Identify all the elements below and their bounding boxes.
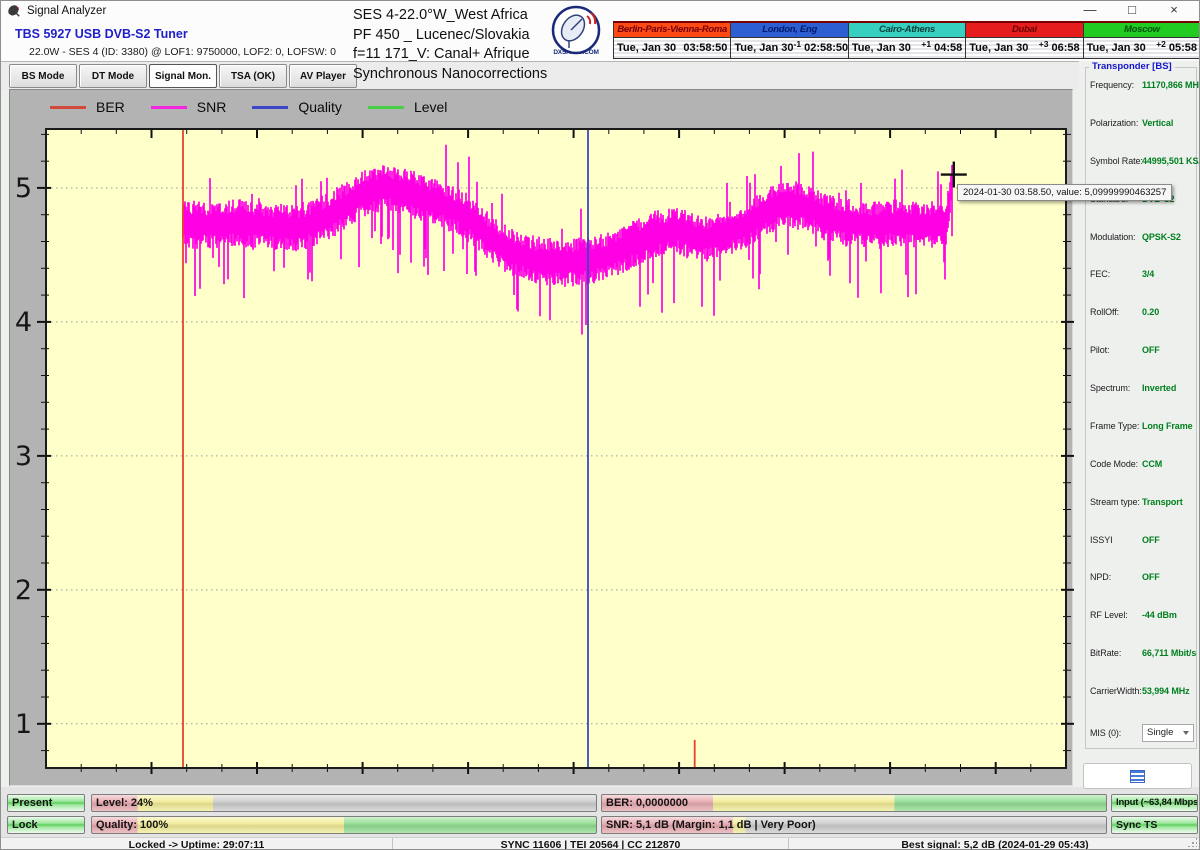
tab-dt-mode[interactable]: DT Mode: [79, 64, 147, 88]
ts-list-icon: [1130, 770, 1145, 783]
chart-tooltip: 2024-01-30 03.58.50, value: 5,0999999046…: [957, 184, 1172, 201]
svg-text:1: 1: [15, 709, 32, 740]
clock-moscow: Moscow Tue, Jan 30 +205:58: [1084, 23, 1200, 58]
chart-legend: BER SNR Quality Level: [50, 94, 473, 120]
field-fec: FEC:3/4: [1090, 269, 1194, 279]
mis-dropdown[interactable]: Single: [1142, 724, 1194, 742]
clock-day: Tue, Jan 30: [617, 42, 676, 54]
legend-quality-label: Quality: [298, 99, 342, 115]
field-rolloff: RollOff:0.20: [1090, 307, 1194, 317]
ber-gauge: BER: 0,0000000: [601, 794, 1107, 812]
feed-info-block: SES 4-22.0°W_West Africa PF 450 _ Lucene…: [353, 6, 547, 84]
tab-tsa[interactable]: TSA (OK): [219, 64, 287, 88]
clock-utc-offset: -1: [794, 39, 802, 49]
status-bar: Locked -> Uptime: 29:07:11 SYNC 11606 | …: [1, 837, 1200, 850]
field-code-mode: Code Mode:CCM: [1090, 459, 1194, 469]
field-frequency: Frequency:11170,866 MHz: [1090, 80, 1194, 90]
maximize-button[interactable]: □: [1111, 1, 1153, 20]
window-title: Signal Analyzer: [27, 5, 106, 17]
clock-utc-offset: +1: [921, 39, 931, 49]
tab-av-player[interactable]: AV Player: [289, 64, 357, 88]
clock-time: 02:58:50: [804, 42, 848, 54]
legend-quality-line: [252, 106, 288, 109]
level-gauge: Level: 24%: [91, 794, 597, 812]
legend-ber-label: BER: [96, 99, 125, 115]
tab-signal-mon[interactable]: Signal Mon.: [149, 64, 217, 88]
field-rf-level: RF Level:-44 dBm: [1090, 610, 1194, 620]
app-icon: [7, 4, 21, 18]
field-polarization: Polarization:Vertical: [1090, 118, 1194, 128]
clock-dubai: Dubai Tue, Jan 30 +306:58: [966, 23, 1083, 58]
clock-time: 05:58: [1169, 42, 1197, 54]
clock-time: 03:58:50: [683, 42, 727, 54]
clock-london: London, Eng Tue, Jan 30-102:58:50: [731, 23, 848, 58]
clock-utc-offset: +2: [1156, 39, 1166, 49]
world-clocks: Berlin-Paris-Vienna-Roma Tue, Jan 30 03:5…: [613, 21, 1200, 59]
clock-time: 06:58: [1051, 42, 1079, 54]
transponder-groupbox: Transponder [BS] Frequency:11170,866 MHz…: [1085, 67, 1197, 749]
clock-city-label: London, Eng: [731, 23, 847, 38]
clock-city-label: Cairo-Athens: [849, 23, 965, 38]
device-subtitle: 22.0W - SES 4 (ID: 3380) @ LOF1: 9750000…: [29, 46, 336, 58]
svg-text:3: 3: [15, 441, 32, 472]
status-sync-counters: SYNC 11606 | TEI 20564 | CC 212870: [393, 838, 789, 850]
clock-time: 04:58: [934, 42, 962, 54]
signal-analyzer-window: Signal Analyzer — □ × TBS 5927 USB DVB-S…: [0, 0, 1200, 850]
status-best-signal: Best signal: 5,2 dB (2024-01-29 05:43): [789, 838, 1200, 850]
legend-snr-label: SNR: [197, 99, 227, 115]
legend-snr-line: [151, 106, 187, 109]
device-title: TBS 5927 USB DVB-S2 Tuner: [15, 27, 188, 41]
feed-line-site: PF 450 _ Lucenec/Slovakia: [353, 26, 547, 46]
clock-city-label: Dubai: [966, 23, 1082, 38]
clock-city-label: Moscow: [1084, 23, 1200, 38]
input-bitrate-indicator: Input (~63,84 Mbps): [1111, 794, 1198, 812]
lock-indicator: Lock: [7, 816, 85, 834]
clock-city-label: Berlin-Paris-Vienna-Roma: [614, 23, 730, 38]
feed-line-note: Synchronous Nanocorrections: [353, 65, 547, 85]
field-npd: NPD:OFF: [1090, 572, 1194, 582]
minimize-button[interactable]: —: [1069, 1, 1111, 20]
clock-day: Tue, Jan 30: [969, 42, 1028, 54]
mode-tabs: BS Mode DT Mode Signal Mon. TSA (OK) AV …: [9, 64, 359, 88]
svg-text:4: 4: [15, 307, 32, 338]
field-symbol-rate: Symbol Rate:44995,501 KS/s: [1090, 156, 1194, 166]
ts-export-button[interactable]: [1083, 763, 1192, 789]
legend-level-line: [368, 106, 404, 109]
field-spectrum: Spectrum:Inverted: [1090, 383, 1194, 393]
sync-ts-indicator: Sync TS: [1111, 816, 1198, 834]
feed-line-frequency: f=11 171_V: Canal+ Afrique: [353, 45, 547, 65]
field-mis: MIS (0): Single: [1090, 724, 1194, 742]
clock-cairo: Cairo-Athens Tue, Jan 30 +104:58: [849, 23, 966, 58]
legend-level-label: Level: [414, 99, 447, 115]
dxsatcs-logo-icon: [547, 4, 605, 62]
svg-text:2: 2: [15, 575, 32, 606]
close-button[interactable]: ×: [1153, 1, 1195, 20]
tab-bs-mode[interactable]: BS Mode: [9, 64, 77, 88]
transponder-group-label: Transponder [BS]: [1089, 61, 1175, 72]
clock-day: Tue, Jan 30: [1087, 42, 1146, 54]
field-bitrate: BitRate:66,711 Mbit/s: [1090, 648, 1194, 658]
field-pilot: Pilot:OFF: [1090, 345, 1194, 355]
clock-utc-offset: +3: [1039, 39, 1049, 49]
snr-gauge: SNR: 5,1 dB (Margin: 1,1 dB | Very Poor): [601, 816, 1107, 834]
field-issyi: ISSYIOFF: [1090, 535, 1194, 545]
field-stream-type: Stream type:Transport: [1090, 497, 1194, 507]
feed-line-satellite: SES 4-22.0°W_West Africa: [353, 6, 547, 26]
legend-ber-line: [50, 106, 86, 109]
signal-chart-panel: BER SNR Quality Level 12345 2024-01-30 0…: [9, 89, 1073, 786]
field-carrier-width: CarrierWidth:53,994 MHz: [1090, 686, 1194, 696]
present-indicator: Present: [7, 794, 85, 812]
chevron-down-icon: [1183, 731, 1189, 735]
status-lock-uptime: Locked -> Uptime: 29:07:11: [1, 838, 393, 850]
clock-day: Tue, Jan 30: [734, 42, 793, 54]
quality-gauge: Quality: 100%: [91, 816, 597, 834]
field-modulation: Modulation:QPSK-S2: [1090, 232, 1194, 242]
clock-day: Tue, Jan 30: [852, 42, 911, 54]
field-frame-type: Frame Type:Long Frame: [1090, 421, 1194, 431]
signal-chart[interactable]: 1 2 3 4 5: [10, 90, 1074, 787]
clock-berlin: Berlin-Paris-Vienna-Roma Tue, Jan 30 03:5…: [614, 23, 731, 58]
svg-text:5: 5: [15, 173, 32, 204]
